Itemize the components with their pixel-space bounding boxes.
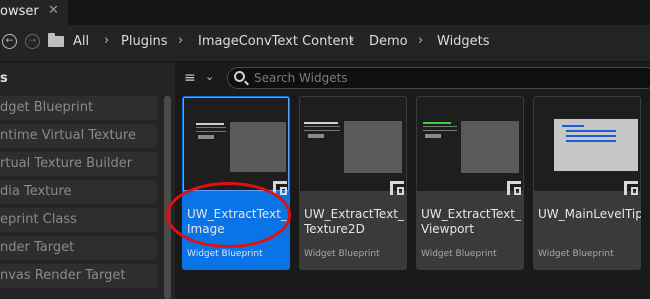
asset-type: Widget Blueprint bbox=[421, 249, 497, 259]
widget-blueprint-icon bbox=[390, 181, 404, 195]
breadcrumb-separator: › bbox=[178, 33, 184, 48]
search-placeholder: Search Widgets bbox=[254, 71, 348, 85]
filter-label: nder Target bbox=[0, 240, 75, 255]
filter-media-texture[interactable]: dia Texture bbox=[0, 180, 157, 204]
filter-label: dget Blueprint bbox=[0, 100, 94, 115]
filters-scrollbar[interactable] bbox=[164, 96, 171, 299]
forward-arrow-icon[interactable]: → bbox=[25, 34, 40, 49]
asset-thumbnail bbox=[417, 97, 523, 191]
asset-thumbnail bbox=[300, 97, 406, 191]
breadcrumb-all[interactable]: All bbox=[73, 34, 89, 49]
asset-name: UW_MainLevelTips bbox=[538, 207, 641, 221]
filters-header: s bbox=[0, 71, 8, 86]
breadcrumb-demo[interactable]: Demo bbox=[369, 34, 408, 49]
filter-canvas-render-target[interactable]: nvas Render Target bbox=[0, 264, 157, 288]
asset-name: UW_ExtractText_ Texture2D bbox=[304, 207, 404, 236]
asset-tile-uw-mainleveltips[interactable]: UW_MainLevelTips Widget Blueprint bbox=[533, 96, 641, 270]
filter-label: eprint Class bbox=[0, 212, 77, 227]
asset-type: Widget Blueprint bbox=[538, 249, 614, 259]
asset-thumbnail bbox=[183, 97, 289, 191]
back-arrow-icon[interactable]: ← bbox=[2, 34, 17, 49]
filters-panel: s dget Blueprint ntime Virtual Texture r… bbox=[0, 62, 175, 299]
widget-blueprint-icon bbox=[624, 181, 638, 195]
asset-thumbnail bbox=[534, 97, 640, 191]
tab-title: owser bbox=[0, 4, 39, 19]
asset-name: UW_ExtractText_ Viewport bbox=[421, 207, 521, 236]
chevron-down-icon[interactable]: ⌄ bbox=[205, 70, 214, 83]
tab-strip: owser ✕ bbox=[0, 0, 650, 25]
filter-widget-blueprint[interactable]: dget Blueprint bbox=[0, 96, 157, 120]
filter-render-target[interactable]: nder Target bbox=[0, 236, 157, 260]
breadcrumb-separator: › bbox=[349, 33, 355, 48]
search-icon bbox=[234, 71, 245, 82]
filter-blueprint-class[interactable]: eprint Class bbox=[0, 208, 157, 232]
filter-label: ntime Virtual Texture bbox=[0, 128, 136, 143]
path-bar: ← → All › Plugins › ImageConvText Conten… bbox=[0, 25, 650, 62]
breadcrumb-separator: › bbox=[418, 33, 424, 48]
breadcrumb-imageconvtext-content[interactable]: ImageConvText Content bbox=[198, 34, 354, 49]
highlight-annotation-circle bbox=[166, 182, 291, 248]
breadcrumb-widgets[interactable]: Widgets bbox=[437, 34, 490, 49]
filter-label: nvas Render Target bbox=[0, 268, 126, 283]
asset-type: Widget Blueprint bbox=[304, 249, 380, 259]
widget-blueprint-icon bbox=[507, 181, 521, 195]
filter-label: rtual Texture Builder bbox=[0, 156, 133, 171]
asset-tile-uw-extracttext-viewport[interactable]: UW_ExtractText_ Viewport Widget Blueprin… bbox=[416, 96, 524, 270]
breadcrumb-plugins[interactable]: Plugins bbox=[121, 34, 168, 49]
tab-content-browser[interactable]: owser ✕ bbox=[0, 0, 68, 25]
close-icon[interactable]: ✕ bbox=[48, 3, 59, 18]
filter-virtual-texture-builder[interactable]: rtual Texture Builder bbox=[0, 152, 157, 176]
filter-label: dia Texture bbox=[0, 184, 72, 199]
asset-type: Widget Blueprint bbox=[187, 249, 263, 259]
filter-icon[interactable]: ≡ bbox=[184, 70, 196, 86]
asset-tile-uw-extracttext-texture2d[interactable]: UW_ExtractText_ Texture2D Widget Bluepri… bbox=[299, 96, 407, 270]
breadcrumb-separator: › bbox=[104, 33, 110, 48]
filter-runtime-virtual-texture[interactable]: ntime Virtual Texture bbox=[0, 124, 157, 148]
folder-icon bbox=[48, 33, 64, 47]
